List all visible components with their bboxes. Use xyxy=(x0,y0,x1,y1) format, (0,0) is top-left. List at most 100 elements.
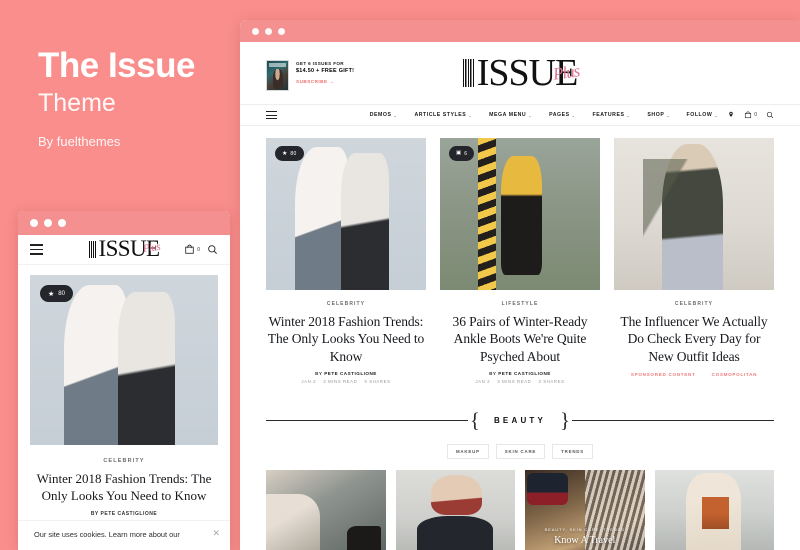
author-name[interactable]: PETE CASTIGLIONE xyxy=(498,371,551,376)
article-title[interactable]: 36 Pairs of Winter-Ready Ankle Boots We'… xyxy=(440,313,600,365)
browser-titlebar xyxy=(240,20,800,42)
follow-label: FOLLOW xyxy=(686,112,713,118)
arrow-right-icon: → xyxy=(329,79,335,85)
chevron-down-icon: ⌄ xyxy=(528,112,533,118)
logo-script-text: Plus xyxy=(551,61,581,84)
featured-card-3[interactable]: CELEBRITY The Influencer We Actually Do … xyxy=(614,138,774,384)
nav-item-follow[interactable]: FOLLOW ⌄ xyxy=(687,112,719,118)
article-read-time: 3 MINS READ xyxy=(323,378,358,384)
article-author-line: BY PETE CASTIGLIONE xyxy=(440,371,600,376)
logo-script-text: Plus xyxy=(142,241,162,256)
featured-articles-grid: ★ 80 CELEBRITY Winter 2018 Fashion Trend… xyxy=(240,126,800,384)
window-dot-close-icon[interactable] xyxy=(30,219,38,227)
beauty-card-1[interactable] xyxy=(266,469,386,550)
brace-right: } xyxy=(560,407,571,432)
star-icon: ★ xyxy=(48,290,55,298)
pin-icon[interactable] xyxy=(727,111,735,119)
filter-skin-care[interactable]: SKIN CARE xyxy=(495,443,546,459)
article-thumbnail[interactable]: ▣ 6 xyxy=(440,138,600,290)
cart-count: 0 xyxy=(754,112,757,118)
cart-button[interactable]: 0 xyxy=(184,244,200,255)
close-icon[interactable]: ✕ xyxy=(212,528,220,539)
nav-item-pages[interactable]: PAGES ⌄ xyxy=(549,112,575,118)
promo-subtitle: Theme xyxy=(38,88,116,117)
by-prefix: BY xyxy=(315,370,323,376)
hamburger-icon[interactable] xyxy=(30,244,43,255)
article-category[interactable]: CELEBRITY xyxy=(18,458,230,464)
nav-utilities: FOLLOW ⌄ 0 xyxy=(687,111,774,119)
nav-item-mega-menu[interactable]: MEGA MENU ⌄ xyxy=(489,112,532,118)
barcode-label: THE ISSUE xyxy=(472,63,477,83)
article-author-line: BY PETE CASTIGLIONE xyxy=(266,371,426,376)
magazine-cover-image xyxy=(266,59,289,91)
subscribe-offer[interactable]: GET 6 ISSUES FOR $14.50 + FREE GIFT! SUB… xyxy=(266,59,355,91)
article-title[interactable]: Winter 2018 Fashion Trends: The Only Loo… xyxy=(266,313,426,365)
gallery-badge: ▣ 6 xyxy=(449,146,475,161)
nav-label: FEATURES xyxy=(592,112,625,118)
star-icon: ★ xyxy=(282,150,288,157)
brace-left: { xyxy=(469,407,480,432)
site-topbar: GET 6 ISSUES FOR $14.50 + FREE GIFT! SUB… xyxy=(240,42,800,104)
beauty-photo xyxy=(395,469,515,550)
beauty-card-2[interactable] xyxy=(395,469,515,550)
author-name[interactable]: PETE CASTIGLIONE xyxy=(324,371,377,376)
chevron-down-icon: ⌄ xyxy=(626,112,631,118)
mobile-titlebar xyxy=(18,211,230,235)
article-meta: JAN 2 3 MINS READ 3 SHARES xyxy=(440,379,600,384)
cookie-notice: ✕ Our site uses cookies. Learn more abou… xyxy=(18,519,230,550)
cart-button[interactable]: 0 xyxy=(744,111,757,119)
article-thumbnail[interactable]: ★ 80 xyxy=(266,138,426,290)
nav-item-demos[interactable]: DEMOS ⌄ xyxy=(370,112,398,118)
filter-trends[interactable]: TRENDS xyxy=(552,443,594,459)
article-category[interactable]: LIFESTYLE xyxy=(440,301,600,307)
featured-card-2[interactable]: ▣ 6 LIFESTYLE 36 Pairs of Winter-Ready A… xyxy=(440,138,600,384)
window-dot-maximize-icon[interactable] xyxy=(278,27,285,35)
window-dot-maximize-icon[interactable] xyxy=(58,219,66,227)
article-category[interactable]: CELEBRITY xyxy=(614,301,774,307)
article-shares: 0 SHARES xyxy=(364,378,391,384)
sponsor-name[interactable]: COSMOPOLITAN xyxy=(712,372,758,377)
chevron-down-icon: ⌄ xyxy=(714,112,719,118)
divider-right xyxy=(572,419,774,421)
beauty-card-3[interactable]: BEAUTY, SKIN CARE, TRENDS Know A Travel xyxy=(525,469,645,550)
nav-item-article-styles[interactable]: ARTICLE STYLES ⌄ xyxy=(414,112,472,118)
article-thumbnail[interactable] xyxy=(614,138,774,290)
nav-item-shop[interactable]: SHOP ⌄ xyxy=(647,112,670,118)
mobile-navigation: ISSUE Plus 0 xyxy=(18,235,230,265)
article-title[interactable]: Winter 2018 Fashion Trends: The Only Loo… xyxy=(18,471,230,505)
beauty-card-4[interactable] xyxy=(654,469,774,550)
sponsored-label: SPONSORED CONTENT xyxy=(630,371,696,377)
by-prefix: BY xyxy=(489,370,497,376)
window-dot-minimize-icon[interactable] xyxy=(265,27,272,35)
barcode-icon xyxy=(88,241,97,258)
article-read-time: 3 MINS READ xyxy=(497,378,532,384)
article-category[interactable]: CELEBRITY xyxy=(266,301,426,307)
beauty-photo xyxy=(266,469,386,550)
article-meta: JAN 2 3 MINS READ 0 SHARES xyxy=(266,379,426,384)
desktop-browser-mockup: GET 6 ISSUES FOR $14.50 + FREE GIFT! SUB… xyxy=(240,20,800,550)
search-icon[interactable] xyxy=(207,244,218,255)
window-dot-minimize-icon[interactable] xyxy=(44,219,52,227)
article-photo xyxy=(614,138,774,290)
featured-card-1[interactable]: ★ 80 CELEBRITY Winter 2018 Fashion Trend… xyxy=(266,138,426,384)
logo-word-text: ISSUE xyxy=(476,52,579,94)
article-date: JAN 2 xyxy=(301,378,317,384)
subscribe-link[interactable]: SUBSCRIBE → xyxy=(296,79,354,84)
beauty-card-categories: BEAUTY, SKIN CARE, TRENDS xyxy=(544,526,625,532)
sponsored-line: SPONSORED CONTENT COSMOPOLITAN xyxy=(614,372,774,377)
filter-makeup[interactable]: MAKEUP xyxy=(446,443,489,459)
promo-block: The Issue Theme By fuelthemes xyxy=(38,47,238,149)
camera-icon: ▣ xyxy=(456,149,462,156)
window-dot-close-icon[interactable] xyxy=(252,27,259,35)
article-title[interactable]: The Influencer We Actually Do Check Ever… xyxy=(614,313,774,365)
offer-line-2: $14.50 + FREE GIFT! xyxy=(296,68,355,75)
beauty-card-title[interactable]: Know A Travel xyxy=(554,535,615,546)
chevron-down-icon: ⌄ xyxy=(468,112,473,118)
mobile-hero-thumbnail[interactable]: ★ 80 xyxy=(30,275,218,445)
article-shares: 3 SHARES xyxy=(538,378,565,384)
nav-item-features[interactable]: FEATURES ⌄ xyxy=(593,112,631,118)
search-icon[interactable] xyxy=(766,111,774,119)
logo-wordmark: ISSUE Plus xyxy=(99,237,162,260)
subscribe-label: SUBSCRIBE xyxy=(296,79,328,85)
cookie-notice-text: Our site uses cookies. Learn more about … xyxy=(34,529,180,539)
